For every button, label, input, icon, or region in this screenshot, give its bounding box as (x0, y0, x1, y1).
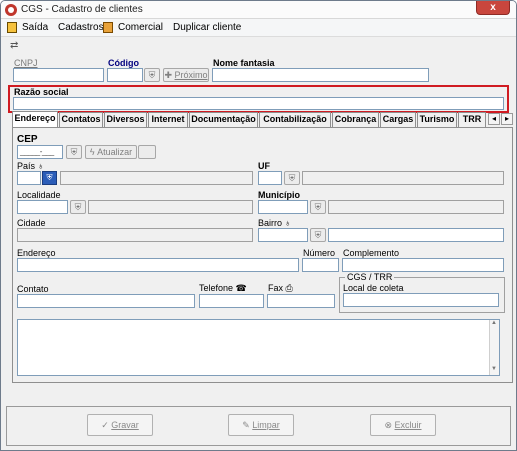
razao-social-label: Razão social (14, 87, 69, 97)
close-button[interactable]: x (476, 1, 510, 15)
cep-extra-button[interactable] (138, 145, 156, 159)
municipio-search-icon[interactable]: ⛨ (310, 200, 326, 214)
bairro-name-input[interactable] (328, 228, 504, 242)
tab-strip: Endereço Contatos Diversos Internet Docu… (12, 111, 513, 127)
tab-scroll-left-icon[interactable]: ◂ (488, 113, 500, 125)
fax-icon: ⎙ (285, 283, 293, 293)
contato-input[interactable] (17, 294, 195, 308)
numero-label: Número (303, 248, 336, 258)
title-bar: CGS - Cadastro de clientes x (1, 1, 516, 19)
contato-label: Contato (17, 284, 49, 294)
uf-search-icon[interactable]: ⛨ (284, 171, 300, 185)
tab-cargas[interactable]: Cargas (380, 112, 416, 127)
pais-name-field (60, 171, 253, 185)
tab-turismo[interactable]: Turismo (417, 112, 457, 127)
check-icon: ✓ (101, 420, 112, 430)
eraser-icon: ✎ (242, 420, 253, 430)
gravar-button[interactable]: ✓ Gravar (87, 414, 153, 436)
cidade-field (17, 228, 253, 242)
tab-trr[interactable]: TRR (458, 112, 486, 127)
tab-cobranca[interactable]: Cobrança (332, 112, 379, 127)
menu-cadastros[interactable]: Cadastros (58, 22, 104, 33)
atualizar-button[interactable]: ϟ Atualizar (85, 145, 137, 159)
scroll-up-icon[interactable]: ▲ (491, 320, 497, 326)
cidade-label: Cidade (17, 218, 46, 228)
pais-code-input[interactable] (17, 171, 41, 185)
nome-fantasia-input[interactable] (212, 68, 429, 82)
numero-input[interactable] (302, 258, 339, 272)
cep-search-icon[interactable]: ⛨ (66, 145, 82, 159)
endereco-label: Endereço (17, 248, 56, 258)
menu-duplicar-cliente[interactable]: Duplicar cliente (173, 22, 241, 33)
telefone-input[interactable] (199, 294, 264, 308)
window-title: CGS - Cadastro de clientes (21, 4, 143, 15)
scroll-down-icon[interactable]: ▼ (491, 366, 497, 372)
pais-person-icon: ♁ (37, 161, 45, 171)
tab-contatos[interactable]: Contatos (59, 112, 103, 127)
pais-label: País ♁ (17, 161, 45, 171)
uf-label: UF (258, 161, 270, 171)
codigo-input[interactable] (107, 68, 143, 82)
fax-input[interactable] (267, 294, 335, 308)
bairro-code-input[interactable] (258, 228, 308, 242)
excluir-button[interactable]: ⊗ Excluir (370, 414, 436, 436)
tab-internet[interactable]: Internet (148, 112, 188, 127)
exit-icon (7, 22, 17, 33)
bairro-label: Bairro ♁ (258, 218, 292, 228)
limpar-button[interactable]: ✎ Limpar (228, 414, 294, 436)
tab-contabilizacao[interactable]: Contabilização (259, 112, 331, 127)
refresh-icon[interactable]: ⇄ (10, 40, 18, 51)
local-coleta-label: Local de coleta (343, 283, 404, 293)
cgs-trr-legend: CGS / TRR (345, 272, 395, 282)
localidade-label: Localidade (17, 190, 61, 200)
codigo-label: Código (108, 58, 139, 68)
cnpj-label: CNPJ (14, 58, 38, 68)
fax-label: Fax ⎙ (268, 283, 293, 293)
endereco-input[interactable] (17, 258, 299, 272)
cnpj-input[interactable] (13, 68, 104, 82)
menu-comercial[interactable]: Comercial (118, 22, 163, 33)
tab-diversos[interactable]: Diversos (104, 112, 147, 127)
pais-search-icon[interactable]: ⛨ (42, 171, 57, 185)
cep-label: CEP (17, 134, 38, 145)
telefone-label: Telefone ☎ (199, 283, 247, 293)
nome-fantasia-label: Nome fantasia (213, 58, 275, 68)
uf-name-field (302, 171, 504, 185)
localidade-search-icon[interactable]: ⛨ (70, 200, 86, 214)
localidade-name-field (88, 200, 253, 214)
tab-documentacao[interactable]: Documentação (189, 112, 258, 127)
municipio-label: Município (258, 190, 300, 200)
bairro-search-icon[interactable]: ⛨ (310, 228, 326, 242)
menu-saida[interactable]: Saída (22, 22, 48, 33)
uf-code-input[interactable] (258, 171, 282, 185)
complemento-input[interactable] (342, 258, 504, 272)
municipio-code-input[interactable] (258, 200, 308, 214)
window: CGS - Cadastro de clientes x Saída Cadas… (0, 0, 517, 451)
menu-bar: Saída Cadastros Comercial Duplicar clien… (1, 19, 516, 37)
cep-input[interactable]: _____-___ (17, 145, 63, 159)
comercial-icon (103, 22, 113, 33)
observacoes-scrollbar[interactable]: ▲ ▼ (489, 320, 499, 375)
municipio-name-field (328, 200, 504, 214)
bairro-person-icon: ♁ (284, 218, 292, 228)
phone-icon: ☎ (235, 283, 247, 293)
local-coleta-input[interactable] (343, 293, 499, 307)
observacoes-textarea[interactable] (17, 319, 500, 376)
complemento-label: Complemento (343, 248, 400, 258)
binoculars-icon[interactable]: ⛨ (144, 68, 160, 82)
localidade-code-input[interactable] (17, 200, 68, 214)
delete-icon: ⊗ (384, 420, 395, 430)
plus-icon: ✚ (164, 70, 175, 80)
tab-scroll-right-icon[interactable]: ▸ (501, 113, 513, 125)
tab-endereco[interactable]: Endereço (12, 111, 58, 127)
app-logo-icon (5, 4, 17, 16)
razao-social-input[interactable] (13, 97, 504, 110)
proximo-button[interactable]: ✚ Próximo (163, 68, 209, 82)
